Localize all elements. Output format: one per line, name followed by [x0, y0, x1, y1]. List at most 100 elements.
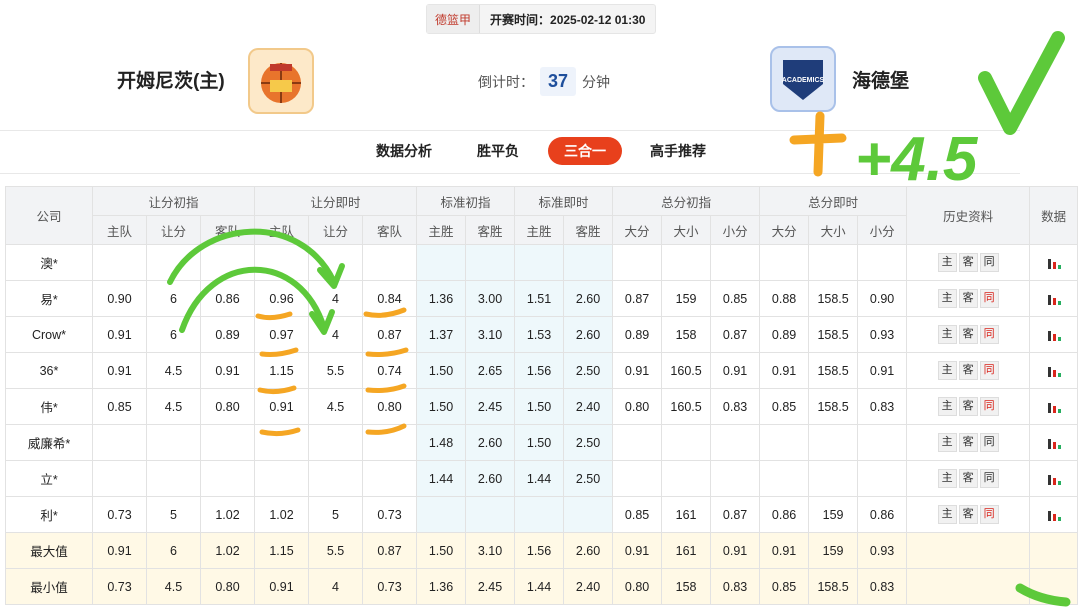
- bar-chart-icon[interactable]: [1047, 509, 1061, 522]
- tab-data-analysis[interactable]: 数据分析: [376, 141, 432, 161]
- match-header: 德篮甲 开赛时间：2025-02-12 01:30 开姆尼茨(主) 倒计时： 3…: [0, 0, 1080, 130]
- odds-cell: [146, 424, 201, 461]
- history-away-button[interactable]: 客: [958, 469, 978, 488]
- odds-cell: [146, 460, 201, 497]
- data-cell: [1029, 568, 1079, 605]
- odds-cell: 0.89: [612, 316, 663, 353]
- history-same-button[interactable]: 同: [979, 397, 999, 416]
- data-cell: [1029, 532, 1079, 569]
- history-away-button[interactable]: 客: [958, 397, 978, 416]
- odds-cell: 1.02: [254, 496, 310, 533]
- history-same-button[interactable]: 同: [979, 289, 999, 308]
- history-home-button[interactable]: 主: [937, 505, 957, 524]
- odds-cell: 1.02: [199, 496, 256, 533]
- league-tag[interactable]: 德篮甲: [427, 5, 481, 33]
- odds-cell: [710, 460, 761, 497]
- odds-cell: 0.88: [759, 280, 810, 317]
- history-buttons: [906, 568, 1031, 605]
- odds-cell: [254, 424, 310, 461]
- history-away-button[interactable]: 客: [958, 361, 978, 380]
- company-name[interactable]: 澳*: [5, 244, 93, 281]
- col-total-live: 总分即时: [759, 186, 908, 216]
- odds-cell: 1.50: [416, 352, 467, 389]
- away-team[interactable]: 海德堡: [852, 66, 909, 93]
- history-away-button[interactable]: 客: [958, 253, 978, 272]
- home-team-logo-icon[interactable]: [248, 48, 314, 114]
- history-home-button[interactable]: 主: [937, 325, 957, 344]
- odds-cell: [199, 424, 256, 461]
- history-buttons: 主客同: [906, 424, 1031, 461]
- odds-cell: 6: [146, 280, 201, 317]
- history-buttons: 主客同: [906, 460, 1031, 497]
- bar-chart-icon[interactable]: [1047, 257, 1061, 270]
- odds-cell: 2.40: [563, 568, 614, 605]
- odds-cell: 1.50: [514, 424, 565, 461]
- company-name[interactable]: 36*: [5, 352, 93, 389]
- history-home-button[interactable]: 主: [937, 253, 957, 272]
- history-home-button[interactable]: 主: [937, 289, 957, 308]
- odds-cell: 2.60: [563, 280, 614, 317]
- company-name[interactable]: Crow*: [5, 316, 93, 353]
- history-away-button[interactable]: 客: [958, 325, 978, 344]
- history-away-button[interactable]: 客: [958, 505, 978, 524]
- odds-cell: 159: [808, 532, 859, 569]
- odds-cell: [514, 496, 565, 533]
- odds-cell: [254, 460, 310, 497]
- odds-cell: 1.02: [199, 532, 256, 569]
- home-team[interactable]: 开姆尼茨(主): [117, 66, 225, 93]
- history-home-button[interactable]: 主: [937, 469, 957, 488]
- company-name: 最大值: [5, 532, 93, 569]
- odds-cell: 0.86: [199, 280, 256, 317]
- odds-cell: [362, 460, 418, 497]
- history-away-button[interactable]: 客: [958, 433, 978, 452]
- data-cell: [1029, 280, 1079, 317]
- company-name[interactable]: 伟*: [5, 388, 93, 425]
- start-time: 开赛时间：2025-02-12 01:30: [490, 12, 646, 27]
- bar-chart-icon[interactable]: [1047, 473, 1061, 486]
- table-group-header: 公司 让分初指 让分即时 标准初指 标准即时 总分初指 总分即时 历史资料 数据: [5, 186, 1079, 245]
- odds-cell: 2.50: [563, 424, 614, 461]
- history-same-button[interactable]: 同: [979, 325, 999, 344]
- odds-cell: 159: [808, 496, 859, 533]
- tab-expert-picks[interactable]: 高手推荐: [650, 141, 706, 161]
- odds-cell: [710, 244, 761, 281]
- bar-chart-icon[interactable]: [1047, 293, 1061, 306]
- odds-cell: 0.97: [254, 316, 310, 353]
- history-home-button[interactable]: 主: [937, 397, 957, 416]
- away-team-logo-icon[interactable]: ACADEMICS: [770, 46, 836, 112]
- company-name[interactable]: 立*: [5, 460, 93, 497]
- bar-chart-icon[interactable]: [1047, 437, 1061, 450]
- tab-three-in-one[interactable]: 三合一: [548, 137, 622, 165]
- odds-cell: 2.40: [563, 388, 614, 425]
- company-name[interactable]: 易*: [5, 280, 93, 317]
- odds-cell: 0.85: [710, 280, 761, 317]
- bar-chart-icon[interactable]: [1047, 401, 1061, 414]
- history-same-button[interactable]: 同: [979, 253, 999, 272]
- odds-cell: 5.5: [308, 532, 364, 569]
- odds-cell: 1.44: [514, 460, 565, 497]
- odds-cell: [612, 424, 663, 461]
- history-home-button[interactable]: 主: [937, 361, 957, 380]
- odds-cell: 4.5: [146, 388, 201, 425]
- data-cell: [1029, 388, 1079, 425]
- history-home-button[interactable]: 主: [937, 433, 957, 452]
- odds-cell: 0.91: [612, 352, 663, 389]
- odds-cell: 0.87: [362, 316, 418, 353]
- odds-cell: 0.91: [612, 532, 663, 569]
- data-cell: [1029, 352, 1079, 389]
- history-same-button[interactable]: 同: [979, 505, 999, 524]
- bar-chart-icon[interactable]: [1047, 365, 1061, 378]
- odds-cell: 0.85: [759, 568, 810, 605]
- odds-cell: 0.86: [759, 496, 810, 533]
- company-name[interactable]: 威廉希*: [5, 424, 93, 461]
- odds-cell: 4.5: [308, 388, 364, 425]
- history-same-button[interactable]: 同: [979, 433, 999, 452]
- history-same-button[interactable]: 同: [979, 361, 999, 380]
- tab-win-draw-loss[interactable]: 胜平负: [477, 141, 519, 161]
- bar-chart-icon[interactable]: [1047, 329, 1061, 342]
- history-away-button[interactable]: 客: [958, 289, 978, 308]
- company-name[interactable]: 利*: [5, 496, 93, 533]
- odds-cell: [416, 244, 467, 281]
- history-same-button[interactable]: 同: [979, 469, 999, 488]
- odds-cell: 0.90: [92, 280, 147, 317]
